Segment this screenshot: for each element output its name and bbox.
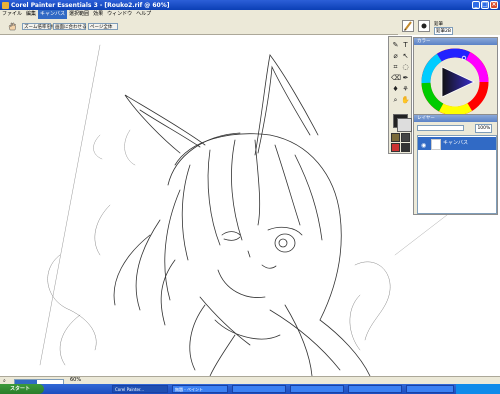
- layers-panel: レイヤー 100% ◉ キャンバス: [413, 114, 498, 215]
- brush-category-icon[interactable]: [402, 20, 414, 32]
- taskbar-item-6[interactable]: [406, 385, 454, 393]
- menu-help[interactable]: ヘルプ: [134, 10, 153, 19]
- color-panel-title: カラー: [414, 38, 497, 45]
- menu-canvas[interactable]: キャンバス: [38, 10, 68, 19]
- system-tray: [456, 384, 500, 394]
- pattern-selector-icon[interactable]: [391, 143, 400, 152]
- opacity-slider[interactable]: [417, 124, 464, 131]
- fit-screen-button[interactable]: 画面に合わせる: [53, 23, 87, 30]
- maximize-button[interactable]: □: [481, 1, 489, 9]
- status-bar: ⌕ 60%: [0, 376, 500, 385]
- visibility-eye-icon[interactable]: ◉: [421, 139, 426, 152]
- menu-bar: ファイル 編集 キャンバス 選択範囲 効果 ウィンドウ ヘルプ: [0, 10, 500, 19]
- eraser-tool-icon[interactable]: ⌫: [391, 74, 401, 83]
- minimize-button[interactable]: _: [472, 1, 480, 9]
- app-icon: [2, 1, 9, 9]
- color-wheel[interactable]: [414, 45, 497, 119]
- layer-name: キャンバス: [443, 140, 469, 146]
- zoom-tool-icon[interactable]: ⌕: [391, 96, 400, 105]
- menu-file[interactable]: ファイル: [0, 10, 24, 19]
- window-titlebar[interactable]: Corel Painter Essentials 3 - [Rouko2.rif…: [0, 0, 500, 10]
- menu-select[interactable]: 選択範囲: [67, 10, 91, 19]
- color-panel: カラー: [413, 37, 498, 120]
- taskbar-item-3[interactable]: [232, 385, 286, 393]
- brush-variant-label[interactable]: 鉛筆2B: [434, 27, 453, 35]
- crop-tool-icon[interactable]: ⌗: [391, 63, 400, 72]
- menu-edit[interactable]: 編集: [24, 10, 38, 19]
- menu-effects[interactable]: 効果: [91, 10, 105, 19]
- brush-tool-icon[interactable]: ✎: [391, 41, 400, 50]
- cloner-tool-icon[interactable]: ⚘: [401, 85, 410, 94]
- zoom-level-button[interactable]: ズーム倍率を指定: [22, 23, 60, 30]
- opacity-value[interactable]: 100%: [475, 124, 493, 133]
- toolbox-panel: ✎ T ⌀ ↖ ⌗ ◌ ⌫ ✒ ♦ ⚘ ⌕ ✋: [388, 36, 412, 154]
- paper-selector-icon[interactable]: [391, 133, 400, 142]
- text-tool-icon[interactable]: T: [401, 41, 410, 50]
- grabber-hand-icon[interactable]: [8, 22, 16, 31]
- dropper-tool-icon[interactable]: ⌀: [391, 52, 400, 61]
- brush-selector-bar: 鉛筆 鉛筆2B: [398, 19, 500, 35]
- layers-panel-title: レイヤー: [414, 115, 497, 122]
- opacity-row: 100%: [417, 124, 495, 133]
- arrow-tool-icon[interactable]: ↖: [401, 52, 410, 61]
- additional-color-swatch[interactable]: [397, 118, 412, 132]
- start-button[interactable]: スタート: [0, 384, 44, 394]
- hand-tool-icon[interactable]: ✋: [401, 96, 410, 105]
- layer-row-canvas[interactable]: ◉ キャンバス: [418, 137, 496, 150]
- full-page-button[interactable]: ページ全体: [88, 23, 118, 30]
- menu-window[interactable]: ウィンドウ: [105, 10, 134, 19]
- taskbar-item-5[interactable]: [348, 385, 402, 393]
- lasso-tool-icon[interactable]: ◌: [401, 63, 410, 72]
- close-button[interactable]: ×: [490, 1, 498, 9]
- layer-list: ◉ キャンバス: [417, 135, 497, 214]
- fill-tool-icon[interactable]: ♦: [391, 85, 400, 94]
- brush-variant-icon[interactable]: [418, 20, 430, 32]
- pen-tool-icon[interactable]: ✒: [401, 74, 410, 83]
- taskbar-item-4[interactable]: [290, 385, 344, 393]
- zoom-value: 60%: [70, 377, 82, 383]
- taskbar-item-painter[interactable]: Corel Painter...: [112, 385, 168, 393]
- layer-thumbnail: [431, 139, 441, 150]
- taskbar-item-paint[interactable]: 無題 - ペイント: [172, 385, 228, 393]
- window-title: Corel Painter Essentials 3 - [Rouko2.rif…: [11, 1, 170, 9]
- windows-taskbar: スタート Corel Painter... 無題 - ペイント: [0, 384, 500, 394]
- gradient-selector-icon[interactable]: [401, 133, 410, 142]
- look-selector-icon[interactable]: [401, 143, 410, 152]
